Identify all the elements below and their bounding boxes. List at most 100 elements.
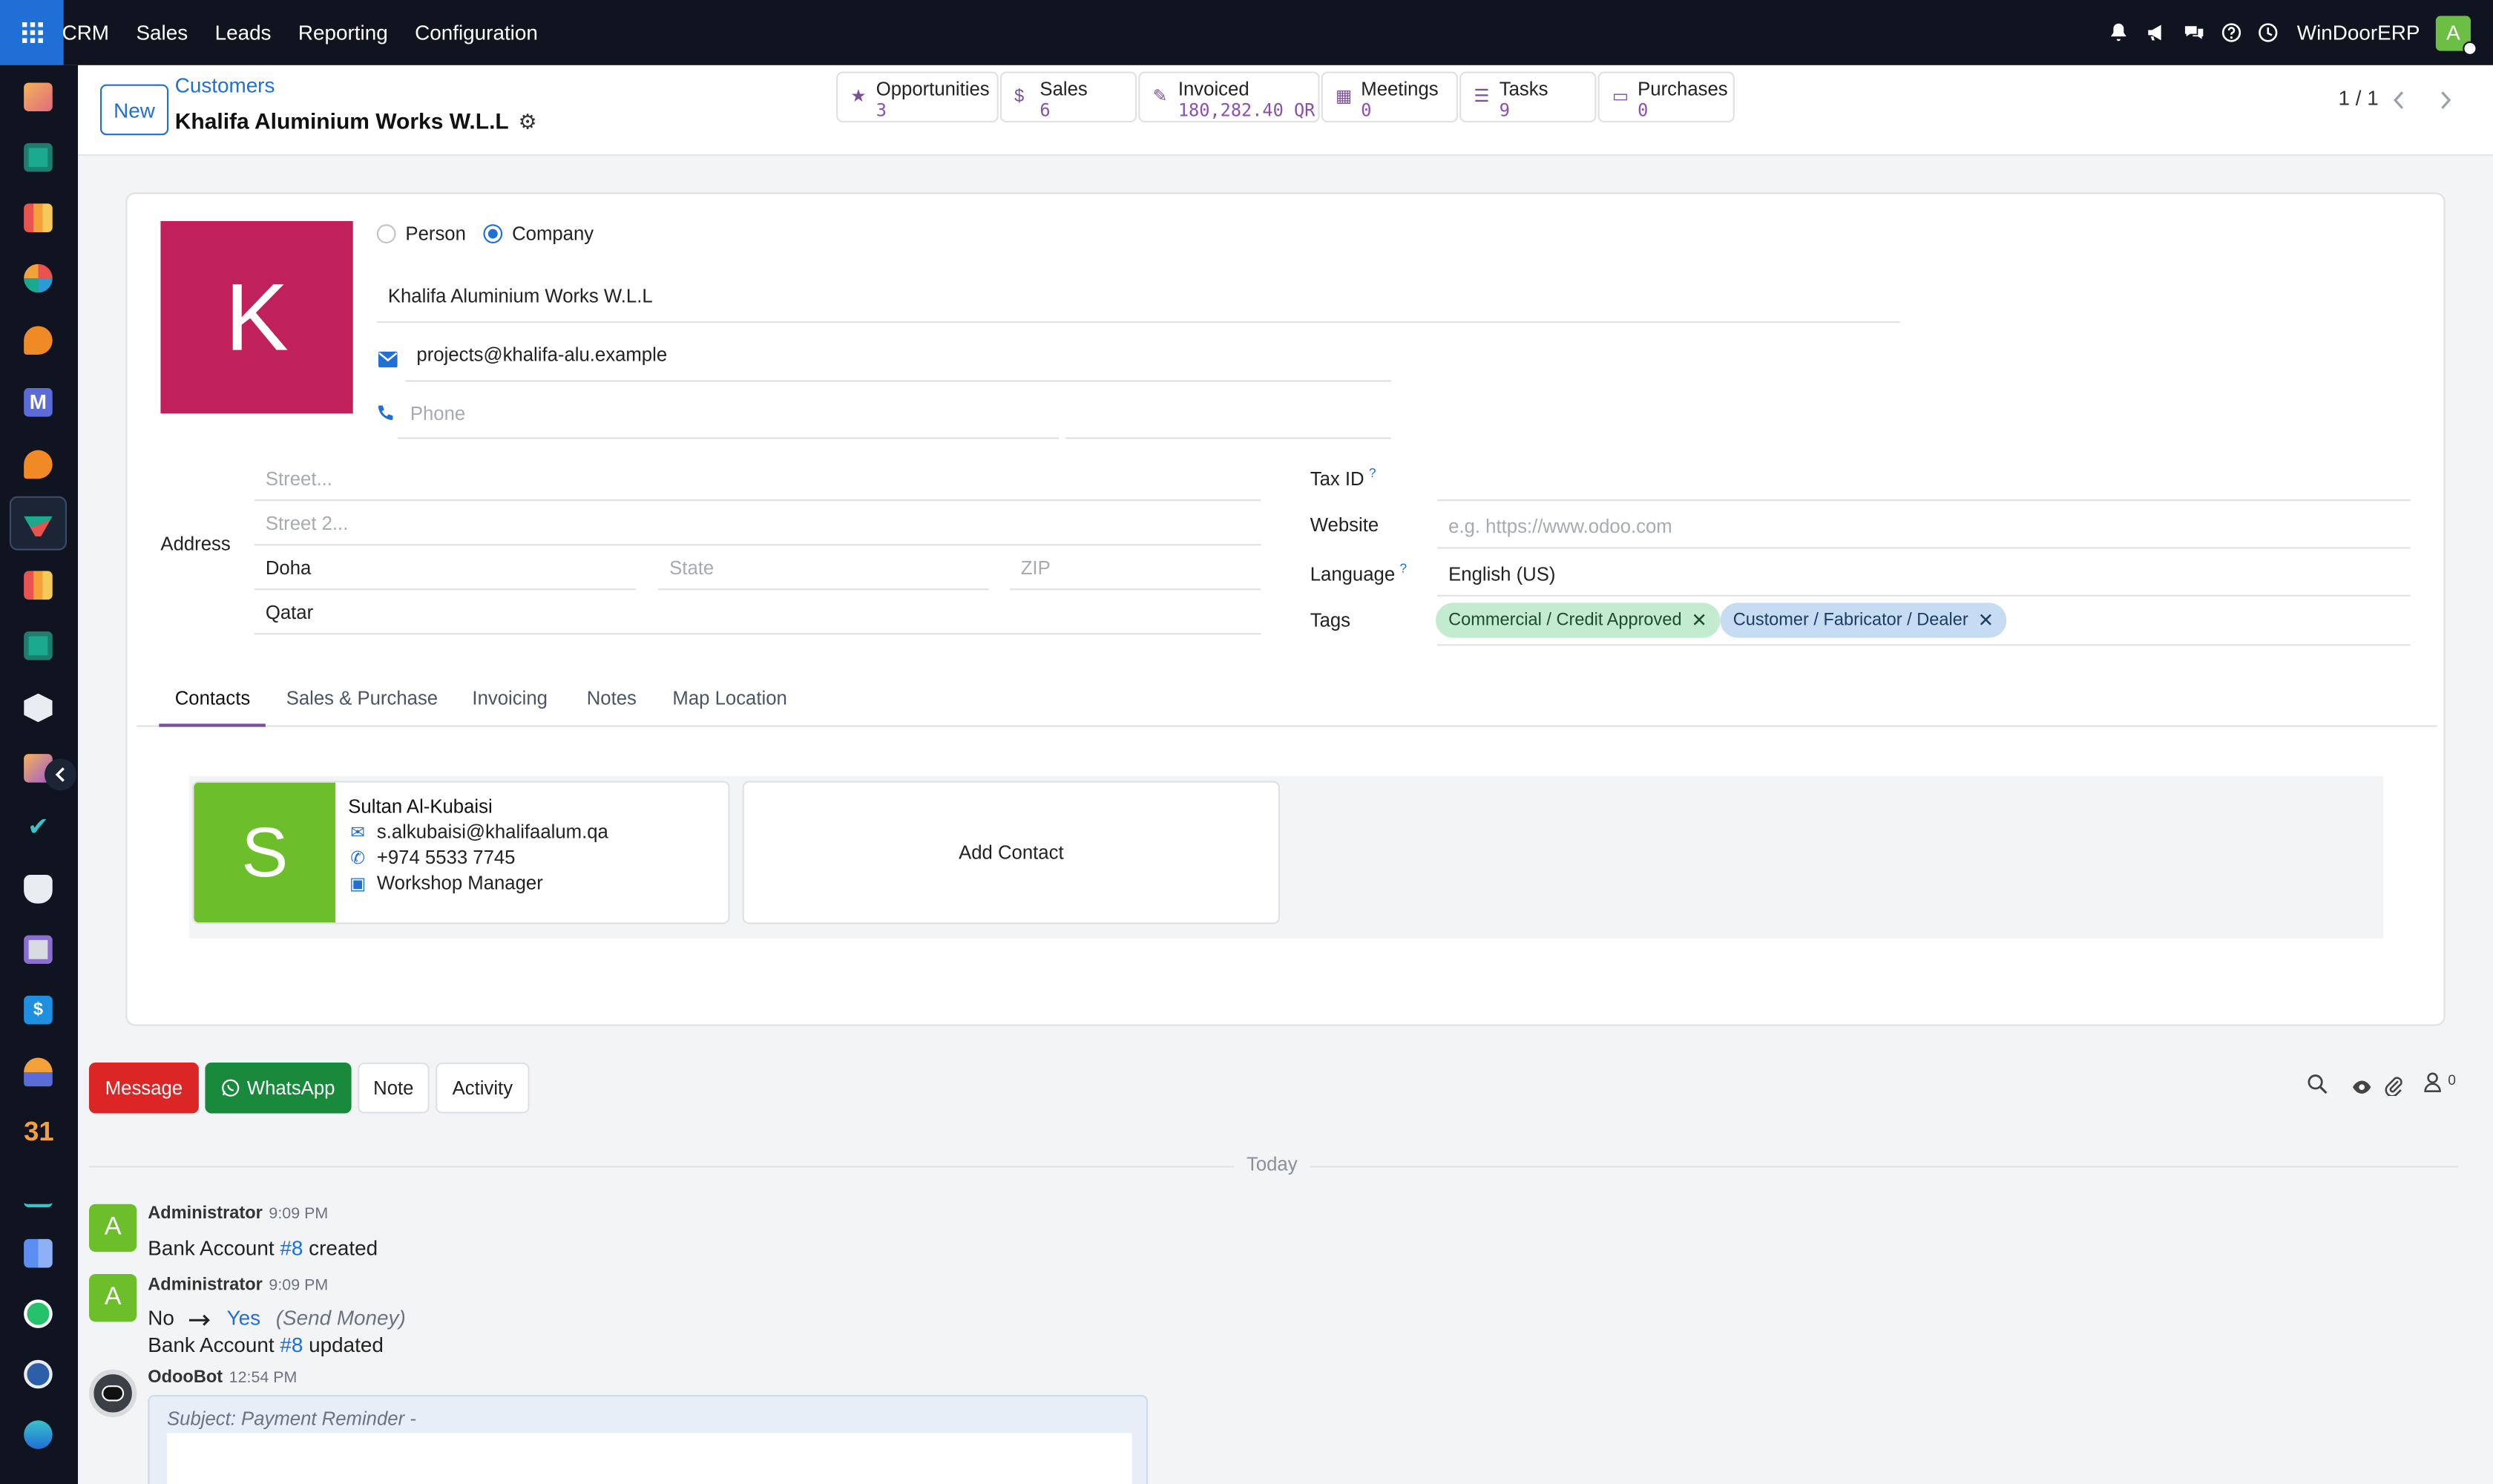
pager-value[interactable]: 1 / 1 xyxy=(2339,86,2379,110)
user-icon xyxy=(2424,1072,2441,1092)
knowledge-app-icon[interactable] xyxy=(24,874,53,904)
message-author-avatar[interactable]: A xyxy=(89,1274,137,1322)
send-message-button[interactable]: Message xyxy=(89,1062,199,1114)
sign-app-icon[interactable] xyxy=(24,1178,53,1208)
eye-icon[interactable] xyxy=(2351,1077,2372,1100)
smart-button-opportunities[interactable]: ★ Opportunities 3 xyxy=(836,71,999,123)
smart-button-purchases[interactable]: ▭ Purchases 0 xyxy=(1597,71,1735,123)
state-select[interactable]: State xyxy=(658,547,989,591)
menu-configuration[interactable]: Configuration xyxy=(415,21,538,45)
employees-app-icon[interactable] xyxy=(24,631,53,660)
team-app-icon[interactable] xyxy=(24,1057,53,1087)
contact-card[interactable]: S Sultan Al-Kubaisi ✉ s.alkubaisi@khalifa… xyxy=(192,781,730,925)
bell-icon[interactable] xyxy=(2108,22,2129,43)
sales-report-app-icon[interactable] xyxy=(24,571,53,600)
tax-id-input[interactable] xyxy=(1437,458,2411,502)
tab-notes[interactable]: Notes xyxy=(587,687,637,709)
website-input[interactable]: e.g. https://www.odoo.com xyxy=(1437,506,2411,549)
street-input[interactable]: Street... xyxy=(254,458,1261,502)
tab-sales-purchase[interactable]: Sales & Purchase xyxy=(286,687,438,709)
menu-sales[interactable]: Sales xyxy=(136,21,188,45)
message-author-avatar[interactable]: A xyxy=(89,1204,137,1252)
reporting-app-icon[interactable] xyxy=(24,203,53,232)
smart-value: 9 xyxy=(1499,100,1510,121)
company-avatar[interactable]: K xyxy=(160,220,353,414)
paperclip-icon[interactable] xyxy=(2385,1075,2402,1100)
record-link[interactable]: #8 xyxy=(280,1236,303,1260)
smart-button-meetings[interactable]: ▦ Meetings 0 xyxy=(1321,71,1458,123)
tag-label: Customer / Fabricator / Dealer xyxy=(1732,611,1968,630)
mobile-input[interactable] xyxy=(1065,395,1391,439)
contacts-app-icon[interactable] xyxy=(24,142,53,172)
message-body: Bank Account #8 updated xyxy=(148,1333,384,1356)
website-label: Website xyxy=(1310,513,1379,536)
activity-button[interactable]: Activity xyxy=(436,1062,530,1114)
company-name[interactable]: WinDoorERP xyxy=(2297,21,2420,45)
company-name-input[interactable]: Khalifa Aluminium Works W.L.L xyxy=(376,278,1900,324)
project-app-icon[interactable]: ✔ xyxy=(24,815,53,844)
radio-company[interactable] xyxy=(483,224,503,243)
tab-contacts[interactable]: Contacts xyxy=(175,687,250,709)
country-select[interactable]: Qatar xyxy=(254,591,1261,635)
city-input[interactable]: Doha xyxy=(254,547,637,591)
pager-next-button[interactable] xyxy=(2423,79,2468,121)
chat-app-icon[interactable] xyxy=(24,450,53,479)
gear-icon[interactable]: ⚙ xyxy=(519,110,537,135)
tab-invoicing[interactable]: Invoicing xyxy=(472,687,548,709)
menu-leads[interactable]: Leads xyxy=(215,21,272,45)
discuss-app-icon[interactable] xyxy=(24,82,53,112)
pager-previous-button[interactable] xyxy=(2377,79,2422,121)
new-button[interactable]: New xyxy=(100,84,169,136)
active-tab-indicator xyxy=(159,723,266,727)
megaphone-icon[interactable] xyxy=(2144,22,2167,43)
whatsapp-button[interactable]: WhatsApp xyxy=(205,1062,352,1114)
help-tooltip-icon[interactable]: ? xyxy=(1369,466,1376,480)
author-name[interactable]: Administrator xyxy=(148,1275,263,1295)
dashboards-app-icon[interactable] xyxy=(24,1238,53,1268)
tag-label: Commercial / Credit Approved xyxy=(1448,611,1682,630)
phone-input[interactable]: Phone xyxy=(397,395,1060,439)
product-app-icon[interactable] xyxy=(24,935,53,965)
website-app-icon[interactable] xyxy=(24,1420,53,1449)
radio-person[interactable] xyxy=(376,224,396,243)
add-contact-button[interactable]: Add Contact xyxy=(742,781,1280,925)
breadcrumb-parent[interactable]: Customers xyxy=(175,73,275,97)
phone-icon: ✆ xyxy=(350,848,366,868)
menu-reporting[interactable]: Reporting xyxy=(298,21,388,45)
search-icon[interactable] xyxy=(2307,1074,2328,1099)
dashboard-app-icon[interactable] xyxy=(24,263,53,293)
whatsapp-app-icon[interactable] xyxy=(24,1299,53,1328)
menu-crm[interactable]: CRM xyxy=(62,21,109,45)
user-avatar[interactable]: A xyxy=(2435,15,2477,55)
timesheets-app-icon[interactable] xyxy=(24,1359,53,1389)
collapse-sidebar-button[interactable] xyxy=(45,758,76,791)
smart-button-tasks[interactable]: ☰ Tasks 9 xyxy=(1459,71,1597,123)
invoicing-app-icon[interactable]: $ xyxy=(24,995,53,1025)
close-icon[interactable]: ✕ xyxy=(1691,609,1707,631)
tab-map-location[interactable]: Map Location xyxy=(672,687,786,709)
help-icon[interactable] xyxy=(2221,22,2241,43)
close-icon[interactable]: ✕ xyxy=(1978,609,1994,631)
zip-input[interactable]: ZIP xyxy=(1009,547,1261,591)
livechat-app-icon[interactable] xyxy=(24,326,53,355)
smart-button-invoiced[interactable]: ✎ Invoiced 180,282.40 QR xyxy=(1138,71,1320,123)
language-select[interactable]: English (US) xyxy=(1437,554,2411,597)
calendar-app-icon[interactable]: 31 xyxy=(24,1117,54,1147)
mail-marketing-app-icon[interactable]: M xyxy=(24,388,53,417)
record-link[interactable]: #8 xyxy=(280,1333,303,1356)
email-input[interactable]: projects@khalifa-alu.example xyxy=(405,337,1392,382)
app-sidebar: M ✔ $ 31 xyxy=(0,65,78,1484)
smart-button-sales[interactable]: $ Sales 6 xyxy=(999,71,1137,123)
apps-menu-button[interactable] xyxy=(0,0,64,65)
clock-icon[interactable] xyxy=(2257,22,2278,43)
log-note-button[interactable]: Note xyxy=(358,1062,430,1114)
odoobot-avatar[interactable] xyxy=(89,1369,137,1417)
street2-input[interactable]: Street 2... xyxy=(254,502,1261,546)
smart-value: 3 xyxy=(876,100,887,121)
author-name[interactable]: OdooBot xyxy=(148,1368,223,1388)
chat-icon[interactable] xyxy=(2183,22,2205,43)
followers-button[interactable]: 0 xyxy=(2423,1072,2456,1097)
inventory-app-icon[interactable] xyxy=(24,693,53,723)
help-tooltip-icon[interactable]: ? xyxy=(1400,562,1408,576)
author-name[interactable]: Administrator xyxy=(148,1204,263,1224)
